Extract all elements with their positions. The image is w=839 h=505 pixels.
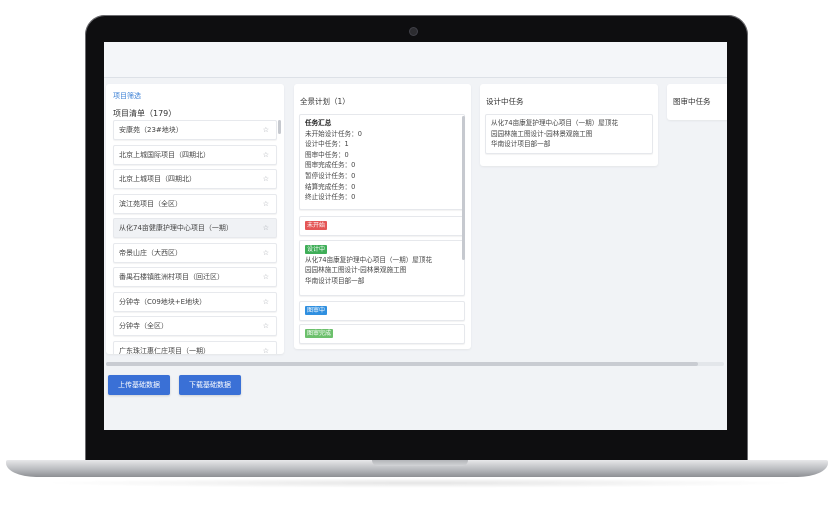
top-bar — [104, 42, 727, 78]
designing-column: 设计中任务 从化74亩康复护理中心项目（一期）屋顶花 园园林施工图设计-园林景观… — [480, 84, 658, 166]
star-icon[interactable]: ☆ — [263, 146, 269, 164]
summary-line: 图审中任务：0 — [305, 150, 349, 159]
summary-line: 结算完成任务：0 — [305, 182, 356, 191]
star-icon[interactable]: ☆ — [263, 219, 269, 237]
status-card-reviewing[interactable]: 图审中 — [299, 301, 465, 321]
status-card-review-done[interactable]: 图审完成 — [299, 324, 465, 344]
star-icon[interactable]: ☆ — [263, 244, 269, 262]
filter-title[interactable]: 项目筛选 — [113, 91, 141, 101]
download-base-data-button[interactable]: 下载基础数据 — [179, 375, 241, 395]
project-list-item[interactable]: 广东珠江惠仁庄项目（一期） ☆ — [113, 340, 277, 355]
overview-column-scrollbar[interactable] — [462, 116, 465, 260]
star-icon[interactable]: ☆ — [263, 268, 269, 286]
project-name: 番禺石楼镇胜洲村项目（回迁区） — [119, 273, 224, 281]
summary-line: 暂停设计任务：0 — [305, 171, 356, 180]
status-tag: 未开始 — [305, 221, 328, 230]
project-list-item[interactable]: 安康苑（23#地块） ☆ — [113, 120, 277, 140]
project-list-item[interactable]: 滨江苑项目（全区） ☆ — [113, 193, 277, 214]
summary-line: 终止设计任务：0 — [305, 193, 356, 202]
project-list-item[interactable]: 北京上城国际项目（四期北） ☆ — [113, 144, 277, 165]
project-list-item[interactable]: 北京上城项目（四期北） ☆ — [113, 169, 277, 189]
star-icon[interactable]: ☆ — [263, 121, 269, 139]
summary-line: 未开始设计任务：0 — [305, 129, 362, 138]
project-name: 分钟寺（全区） — [119, 322, 168, 330]
task-line: 园园林施工图设计-园林景观施工图 — [305, 266, 407, 275]
board-horizontal-scrollbar[interactable] — [106, 362, 724, 366]
laptop-shadow — [40, 478, 800, 488]
project-name: 安康苑（23#地块） — [119, 126, 183, 134]
task-line: 华南设计项目部一部 — [305, 276, 365, 285]
project-list-scrollbar[interactable] — [278, 120, 281, 134]
star-icon[interactable]: ☆ — [263, 170, 269, 188]
reviewing-column: 图审中任务 — [667, 84, 727, 120]
project-name: 滨江苑项目（全区） — [119, 199, 182, 208]
upload-base-data-button[interactable]: 上传基础数据 — [108, 375, 170, 395]
star-icon[interactable]: ☆ — [263, 293, 269, 311]
project-name: 北京上城国际项目（四期北） — [119, 150, 210, 159]
laptop-notch — [372, 460, 468, 466]
status-tag: 设计中 — [305, 245, 328, 254]
status-card-designing[interactable]: 设计中 从化74亩康复护理中心项目（一期）屋顶花 园园林施工图设计-园林景观施工… — [299, 240, 465, 296]
star-icon[interactable]: ☆ — [263, 342, 269, 355]
camera-icon — [410, 28, 417, 35]
designing-task-card[interactable]: 从化74亩康复护理中心项目（一期）屋顶花 园园林施工图设计-园林景观施工图 华南… — [485, 114, 653, 154]
project-list-item[interactable]: 番禺石楼镇胜洲村项目（回迁区） ☆ — [113, 267, 277, 287]
project-name: 帝景山庄（大西区） — [119, 248, 182, 257]
summary-line: 设计中任务：1 — [305, 140, 349, 149]
task-summary-heading: 任务汇总 — [305, 119, 332, 127]
project-list-item[interactable]: 分钟寺（全区） ☆ — [113, 316, 277, 336]
star-icon[interactable]: ☆ — [263, 317, 269, 335]
project-list-item[interactable]: 分钟寺（C09地块+E地块） ☆ — [113, 291, 277, 312]
project-name: 北京上城项目（四期北） — [119, 175, 196, 183]
task-line: 园园林施工图设计-园林景观施工图 — [491, 129, 593, 138]
task-line: 华南设计项目部一部 — [491, 140, 551, 149]
designing-column-title: 设计中任务 — [486, 97, 524, 106]
task-line: 从化74亩康复护理中心项目（一期）屋顶花 — [491, 119, 619, 127]
reviewing-column-title: 图审中任务 — [673, 97, 711, 106]
project-list-item[interactable]: 帝景山庄（大西区） ☆ — [113, 242, 277, 263]
task-line: 从化74亩康复护理中心项目（一期）屋顶花 — [305, 255, 433, 264]
project-list-item[interactable]: 从化74亩健康护理中心项目（一期） ☆ — [113, 218, 277, 238]
overview-column: 全景计划（1） 任务汇总 未开始设计任务：0 设计中任务：1 图审中任务：0 图… — [294, 84, 471, 349]
app-screen: 项目筛选 项目清单（179） 安康苑（23#地块） ☆ 北京上城国际项目（四期北） ☆… — [104, 42, 727, 430]
project-list: 安康苑（23#地块） ☆ 北京上城国际项目（四期北） ☆ 北京上城项目（四期北） ☆ 滨江苑… — [113, 120, 277, 354]
project-filter-panel: 项目筛选 项目清单（179） 安康苑（23#地块） ☆ 北京上城国际项目（四期北） ☆… — [106, 84, 284, 354]
status-tag: 图审完成 — [305, 329, 334, 338]
project-name: 从化74亩健康护理中心项目（一期） — [119, 224, 233, 232]
overview-column-title: 全景计划（1） — [300, 97, 350, 106]
scrollbar-thumb[interactable] — [106, 362, 698, 366]
project-list-label: 项目清单（179） — [113, 109, 177, 118]
project-name: 广东珠江惠仁庄项目（一期） — [119, 346, 210, 355]
task-summary-card: 任务汇总 未开始设计任务：0 设计中任务：1 图审中任务：0 图审完成任务：0 … — [299, 114, 465, 210]
status-tag: 图审中 — [305, 306, 328, 315]
star-icon[interactable]: ☆ — [263, 195, 269, 213]
summary-line: 图审完成任务：0 — [305, 161, 356, 170]
status-card-not-started[interactable]: 未开始 — [299, 216, 465, 236]
project-name: 分钟寺（C09地块+E地块） — [119, 297, 207, 306]
